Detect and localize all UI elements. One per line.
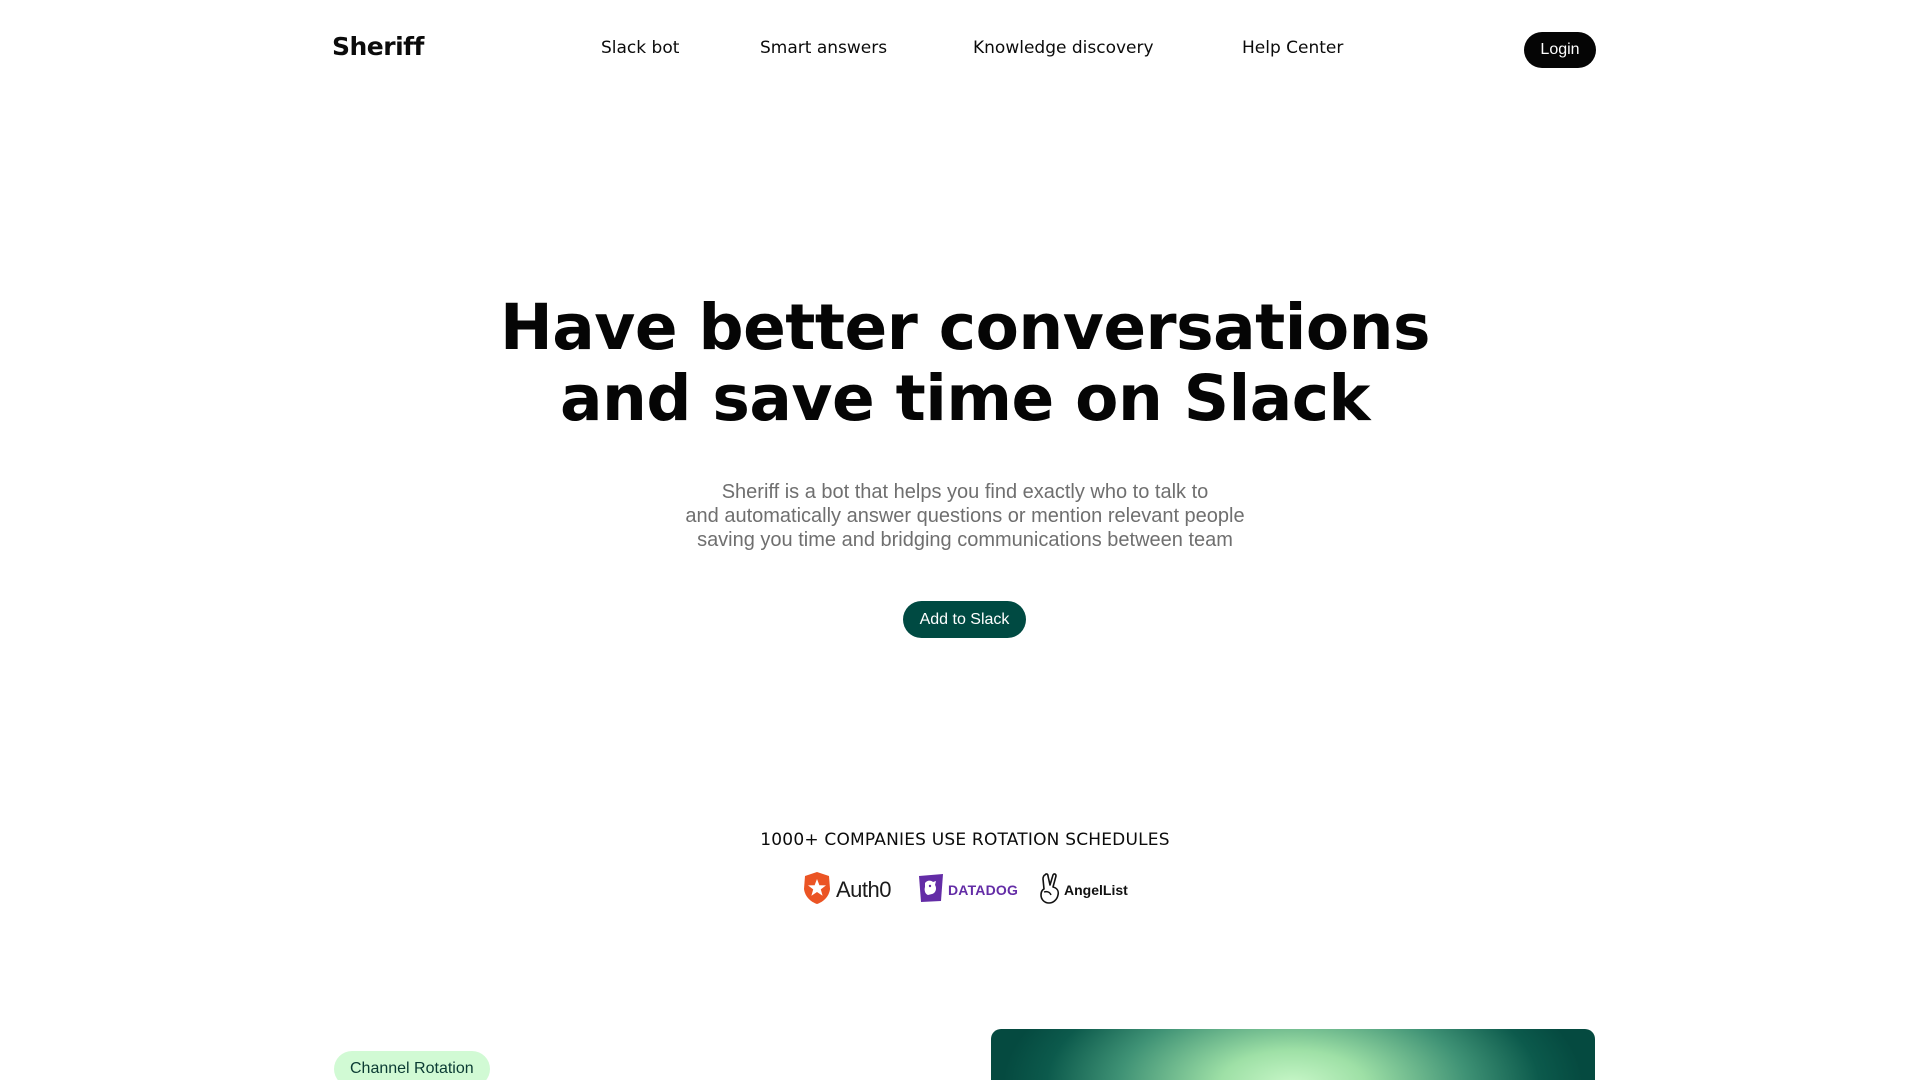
hero-subtitle-line-3: saving you time and bridging communicati… [697,529,1233,551]
datadog-logo: DATADOG [917,872,1018,908]
nav-item-help-center[interactable]: Help Center [1242,38,1343,58]
angellist-peace-hand-icon [1038,872,1062,909]
hero-subtitle-line-2: and automatically answer questions or me… [685,505,1245,527]
datadog-logo-text: DATADOG [948,882,1019,898]
sheriff-logo[interactable]: Sheriff [332,32,424,61]
add-to-slack-button[interactable]: Add to Slack [903,601,1026,638]
login-button[interactable]: Login [1524,32,1596,68]
channel-rotation-badge: Channel Rotation [334,1051,490,1080]
hero-title-line-2: and save time on Slack [560,362,1370,435]
top-header: Sheriff Slack bot Smart answers Knowledg… [0,0,1920,100]
nav-item-knowledge-discovery[interactable]: Knowledge discovery [973,38,1154,58]
nav-item-smart-answers[interactable]: Smart answers [760,38,887,58]
hero-title-line-1: Have better conversations [500,291,1430,364]
auth0-logo: Auth0 [802,871,892,910]
nav-item-slack-bot[interactable]: Slack bot [601,38,679,58]
hero-title: Have better conversations and save time … [0,292,1920,434]
angellist-logo: AngelList [1038,872,1128,908]
hero-subtitle: Sheriff is a bot that helps you find exa… [0,480,1920,552]
auth0-star-shield-icon [802,871,832,910]
datadog-dog-icon [917,873,945,908]
hero-subtitle-line-1: Sheriff is a bot that helps you find exa… [721,481,1209,503]
auth0-logo-text: Auth0 [836,877,892,902]
angellist-logo-text: AngelList [1064,882,1128,898]
companies-title: 1000+ COMPANIES USE ROTATION SCHEDULES [760,830,1170,850]
feature-preview-card [991,1029,1595,1080]
